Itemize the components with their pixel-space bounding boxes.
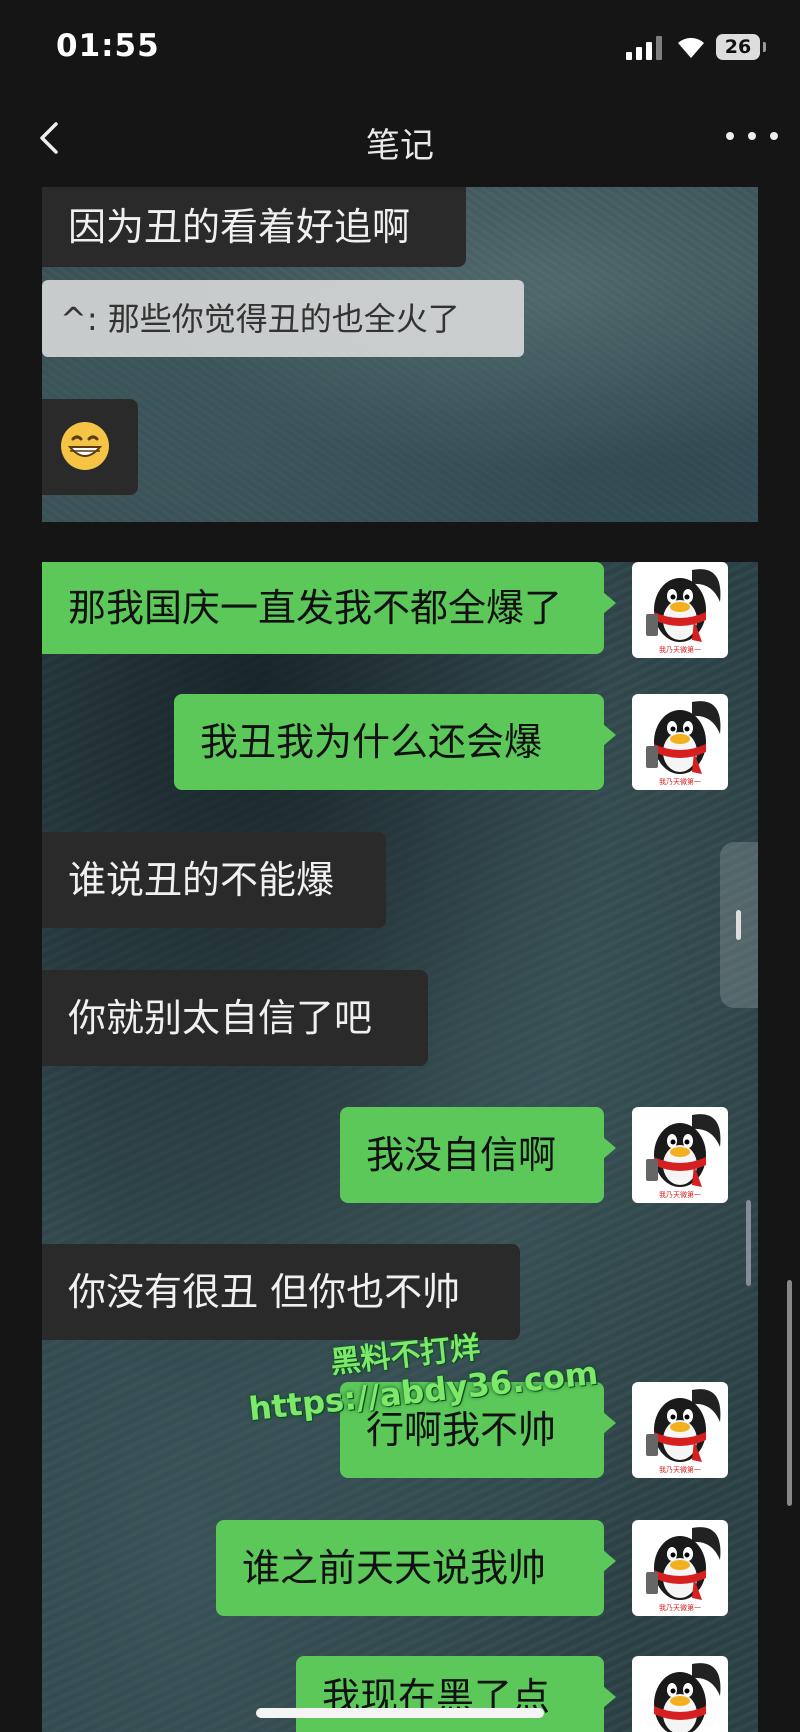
avatar[interactable]: 我乃天微第一 (632, 1107, 728, 1203)
penguin-avatar-icon: 我乃天微第一 (646, 701, 721, 786)
penguin-avatar-icon: 我乃天微第一 (646, 1389, 721, 1474)
svg-text:我乃天微第一: 我乃天微第一 (659, 645, 701, 654)
message-text: 那我国庆一直发我不都全爆了 (68, 586, 563, 630)
svg-text:我乃天微第一: 我乃天微第一 (659, 1603, 701, 1612)
status-time: 01:55 (56, 28, 160, 64)
screenshot-panel-top: 因为丑的看着好追啊 ^: 那些你觉得丑的也全火了 (42, 187, 758, 522)
page-scrollbar[interactable] (787, 1280, 792, 1506)
message-text: 你就别太自信了吧 (68, 996, 373, 1040)
status-bar: 01:55 26 (0, 0, 800, 96)
battery-icon: 26 (716, 34, 766, 60)
penguin-avatar-icon: 我乃天微第一 (646, 1114, 721, 1199)
page-title: 笔记 (366, 126, 434, 166)
avatar[interactable] (632, 1656, 728, 1732)
svg-text:我乃天微第一: 我乃天微第一 (659, 1190, 701, 1199)
message-bubble: 因为丑的看着好追啊 (42, 187, 466, 267)
message-bubble-sent: 我没自信啊 (340, 1107, 616, 1203)
message-bubble-received: 谁说丑的不能爆 (42, 832, 386, 928)
more-options-icon[interactable] (726, 116, 778, 156)
penguin-avatar-icon: 我乃天微第一 (646, 1527, 721, 1612)
message-bubble-sent: 我丑我为什么还会爆 (174, 694, 616, 790)
cellular-signal-icon (626, 36, 664, 60)
avatar[interactable]: 我乃天微第一 (632, 694, 728, 790)
message-text: 你没有很丑 但你也不帅 (68, 1270, 461, 1314)
message-text: 我丑我为什么还会爆 (200, 720, 543, 764)
message-bubble-sent: 谁之前天天说我帅 (216, 1520, 616, 1616)
avatar[interactable]: 我乃天微第一 (632, 1382, 728, 1478)
message-text: 行啊我不帅 (366, 1408, 557, 1452)
message-text: 我没自信啊 (366, 1133, 557, 1177)
battery-level: 26 (724, 36, 752, 58)
avatar[interactable]: 我乃天微第一 (632, 1520, 728, 1616)
message-text: 谁说丑的不能爆 (68, 858, 335, 902)
svg-text:我乃天微第一: 我乃天微第一 (659, 1465, 701, 1474)
quote-bubble: ^: 那些你觉得丑的也全火了 (42, 280, 524, 357)
message-bubble-received: 你就别太自信了吧 (42, 970, 428, 1066)
home-indicator[interactable] (256, 1708, 544, 1718)
message-bubble-sent: 我现在黑了点 (296, 1656, 616, 1732)
svg-text:我乃天微第一: 我乃天微第一 (659, 777, 701, 786)
scroll-handle[interactable] (720, 842, 758, 1008)
avatar[interactable]: 我乃天微第一 (632, 562, 728, 658)
quote-text: ^: 那些你觉得丑的也全火了 (60, 299, 460, 338)
scroll-indicator (746, 1200, 751, 1286)
wifi-icon (678, 37, 704, 58)
penguin-avatar-icon: 我乃天微第一 (646, 569, 721, 654)
emoji-bubble (42, 399, 138, 495)
message-text: 因为丑的看着好追啊 (68, 205, 411, 249)
penguin-avatar-icon (654, 1663, 721, 1732)
grinning-face-icon (61, 422, 109, 470)
nav-bar: 笔记 (0, 96, 800, 184)
message-text: 谁之前天天说我帅 (242, 1546, 547, 1590)
message-bubble-sent: 那我国庆一直发我不都全爆了 (42, 562, 616, 654)
